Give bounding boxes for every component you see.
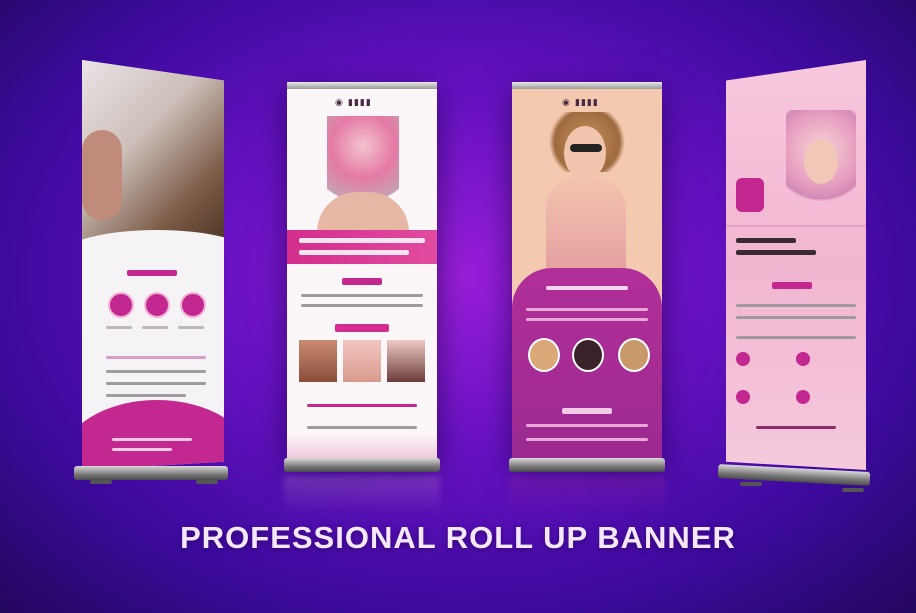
round-photo-2: [572, 338, 604, 372]
page-title: PROFESSIONAL ROLL UP BANNER: [180, 520, 736, 555]
banner-3-stand: [509, 458, 665, 472]
icon-circle-2: [144, 292, 170, 318]
list-icon-1: [736, 352, 750, 366]
banner-3: ◉ ▮▮▮▮: [512, 82, 662, 460]
photo-3: [387, 340, 425, 382]
photo-1: [299, 340, 337, 382]
banner-1-stand: [74, 466, 228, 480]
icon-circle-1: [108, 292, 134, 318]
photo-2: [343, 340, 381, 382]
icon-circle-3: [180, 292, 206, 318]
banner-2-stand: [284, 458, 440, 472]
banner-2: ◉ ▮▮▮▮: [287, 82, 437, 460]
banner-4: [726, 60, 866, 470]
round-photo-3: [618, 338, 650, 372]
list-icon-2: [796, 352, 810, 366]
banner-1: [82, 60, 224, 470]
round-photo-1: [528, 338, 560, 372]
list-icon-4: [796, 390, 810, 404]
list-icon-3: [736, 390, 750, 404]
